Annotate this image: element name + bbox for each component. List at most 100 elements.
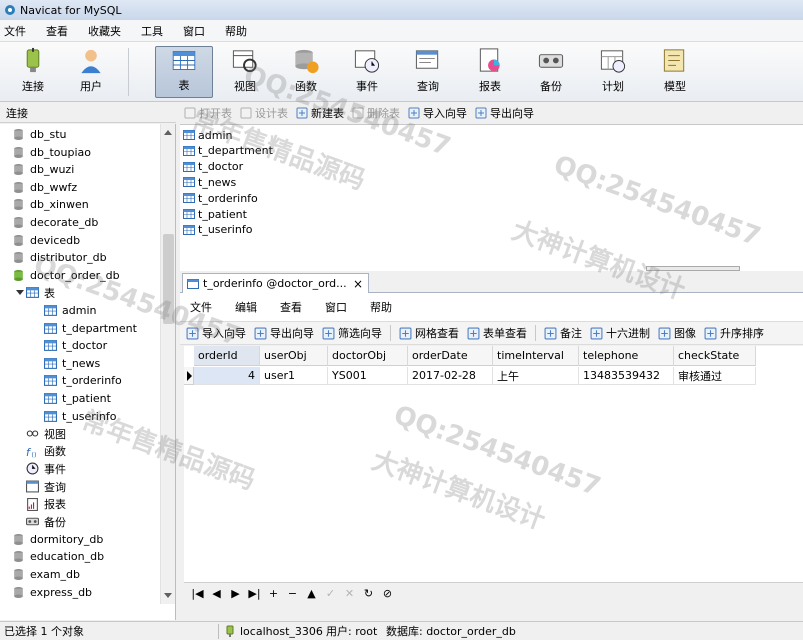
table-cell[interactable]: 4 (194, 367, 260, 385)
inner-menu-window[interactable]: 窗口 (325, 299, 347, 315)
table-toolbar-button[interactable]: 图像 (658, 325, 696, 341)
record-nav-icon[interactable]: |◀ (188, 587, 207, 600)
tree-item-node[interactable]: 备份 (0, 513, 66, 530)
tree-item-database[interactable]: db_wwfz (0, 179, 77, 196)
table-toolbar-button[interactable]: 十六进制 (590, 325, 650, 341)
data-grid[interactable]: orderId userObj doctorObj orderDate timeInte… (184, 346, 803, 586)
tree-item-database[interactable]: express_db (0, 584, 92, 601)
table-toolbar-button[interactable]: 升序排序 (704, 325, 764, 341)
tree-item-database[interactable]: exam_db (0, 566, 80, 583)
record-nav-icon[interactable]: ✕ (340, 587, 359, 600)
menu-favorites[interactable]: 收藏夹 (88, 23, 133, 39)
column-header[interactable]: doctorObj (328, 346, 408, 366)
tree-item-database-open[interactable]: doctor_order_db (0, 267, 120, 284)
scroll-thumb[interactable] (163, 234, 174, 324)
table-cell[interactable]: 审核通过 (674, 367, 756, 385)
object-list-item[interactable]: t_userinfo (183, 222, 252, 238)
table-toolbar-button[interactable]: 筛选向导 (322, 325, 382, 341)
menu-view[interactable]: 查看 (46, 23, 80, 39)
record-nav-icon[interactable]: ✓ (321, 587, 340, 600)
inner-menu-edit[interactable]: 编辑 (235, 299, 257, 315)
object-toolbar-button[interactable]: 导出向导 (475, 105, 534, 121)
close-icon[interactable]: × (353, 277, 363, 291)
tree-item-database[interactable]: db_stu (0, 126, 66, 143)
tree-item-table[interactable]: t_patient (0, 390, 111, 407)
tree-item-database[interactable]: distributor_db (0, 249, 107, 266)
inner-menu-help[interactable]: 帮助 (370, 299, 392, 315)
table-cell[interactable]: 上午 (493, 367, 579, 385)
object-toolbar-button[interactable]: 新建表 (296, 105, 344, 121)
record-nav-icon[interactable]: ↻ (359, 587, 378, 600)
report-button[interactable]: 报表 (461, 46, 519, 98)
tree-item-node[interactable]: 事件 (0, 460, 66, 477)
menu-tools[interactable]: 工具 (141, 23, 175, 39)
object-list-item[interactable]: t_doctor (183, 159, 243, 175)
tree-item-database[interactable]: devicedb (0, 232, 80, 249)
tree-item-node[interactable]: 视图 (0, 425, 66, 442)
record-nav-icon[interactable]: ▶ (226, 587, 245, 600)
tab-t-orderinfo[interactable]: t_orderinfo @doctor_ord... × (182, 273, 369, 293)
view-button[interactable]: 视图 (216, 46, 274, 98)
event-button[interactable]: 事件 (338, 46, 396, 98)
column-header[interactable]: userObj (260, 346, 328, 366)
record-nav-icon[interactable]: + (264, 587, 283, 600)
tree-item-table[interactable]: t_doctor (0, 337, 107, 354)
column-header[interactable]: telephone (579, 346, 674, 366)
object-list-item[interactable]: t_orderinfo (183, 190, 258, 206)
table-toolbar-button[interactable]: 导出向导 (254, 325, 314, 341)
record-nav-icon[interactable]: − (283, 587, 302, 600)
tree-item-table[interactable]: t_userinfo (0, 408, 116, 425)
table-toolbar-button[interactable]: 网格查看 (399, 325, 459, 341)
tree-item-database[interactable]: db_wuzi (0, 161, 74, 178)
tree-item-database[interactable]: db_toupiao (0, 144, 91, 161)
object-list-item[interactable]: t_department (183, 143, 273, 159)
table-cell[interactable]: YS001 (328, 367, 408, 385)
tree-item-table[interactable]: t_orderinfo (0, 372, 122, 389)
object-toolbar-button[interactable]: 设计表 (240, 105, 288, 121)
object-list[interactable]: admin t_department t_doctor t_news t_orderin… (180, 124, 803, 272)
table-button[interactable]: 表 (155, 46, 213, 98)
tree-item-node[interactable]: 查询 (0, 478, 66, 495)
inner-menu-file[interactable]: 文件 (190, 299, 212, 315)
menu-file[interactable]: 文件 (4, 23, 38, 39)
object-toolbar-button[interactable]: 导入向导 (408, 105, 467, 121)
connection-tree[interactable]: db_stu db_toupiao db_wuzi db_wwfz db_xinwen d… (0, 124, 176, 620)
object-toolbar-button[interactable]: 打开表 (184, 105, 232, 121)
column-header[interactable]: orderDate (408, 346, 493, 366)
object-toolbar-button[interactable]: 删除表 (352, 105, 400, 121)
tree-scrollbar[interactable] (160, 124, 175, 604)
tree-item-tables[interactable]: 表 (0, 284, 55, 301)
function-button[interactable]: 函数 (277, 46, 335, 98)
tree-item-table[interactable]: t_news (0, 355, 100, 372)
object-list-item[interactable]: t_news (183, 174, 236, 190)
tree-item-table[interactable]: t_department (0, 320, 137, 337)
column-header[interactable]: orderId (194, 346, 260, 366)
inner-menu-view[interactable]: 查看 (280, 299, 302, 315)
column-header[interactable]: timeInterval (493, 346, 579, 366)
record-nav-icon[interactable]: ▲ (302, 587, 321, 600)
record-nav-icon[interactable]: ◀ (207, 587, 226, 600)
table-toolbar-button[interactable]: 备注 (544, 325, 582, 341)
tree-item-database[interactable]: dormitory_db (0, 531, 103, 548)
user-button[interactable]: 用户 (62, 46, 120, 98)
table-cell[interactable]: 2017-02-28 (408, 367, 493, 385)
menu-help[interactable]: 帮助 (225, 23, 259, 39)
schedule-button[interactable]: 计划 (584, 46, 642, 98)
tree-item-node[interactable]: f() 函数 (0, 443, 66, 460)
tree-item-node[interactable]: 报表 (0, 496, 66, 513)
record-nav-icon[interactable]: ⊘ (378, 587, 397, 600)
table-toolbar-button[interactable]: 表单查看 (467, 325, 527, 341)
tree-item-database[interactable]: decorate_db (0, 214, 98, 231)
tree-item-database[interactable]: education_db (0, 548, 104, 565)
object-list-item[interactable]: t_patient (183, 206, 247, 222)
tree-item-database[interactable]: db_xinwen (0, 196, 89, 213)
model-button[interactable]: 模型 (646, 46, 704, 98)
column-header[interactable]: checkState (674, 346, 756, 366)
object-list-item[interactable]: admin (183, 127, 232, 143)
table-toolbar-button[interactable]: 导入向导 (186, 325, 246, 341)
record-nav-icon[interactable]: ▶| (245, 587, 264, 600)
scroll-up-icon[interactable] (164, 130, 172, 135)
query-button[interactable]: 查询 (399, 46, 457, 98)
tree-item-table[interactable]: admin (0, 302, 96, 319)
scroll-down-icon[interactable] (164, 593, 172, 598)
